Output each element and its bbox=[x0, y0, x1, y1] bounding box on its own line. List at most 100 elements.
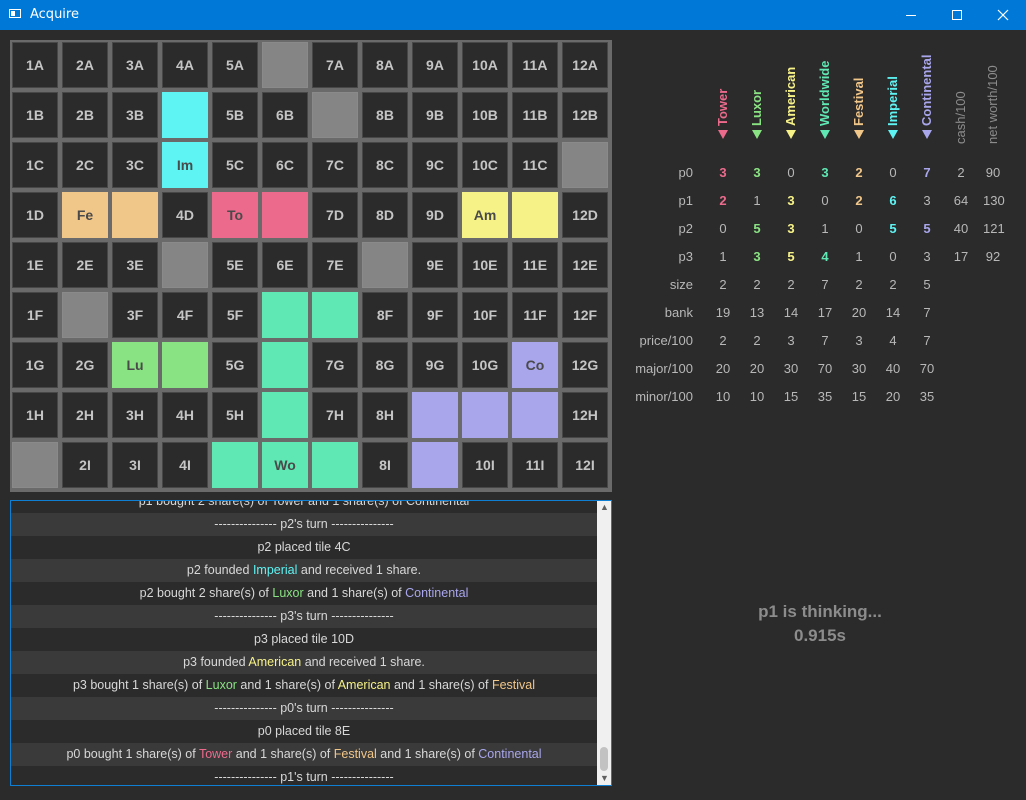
chain-header-worldwide: Worldwide bbox=[817, 60, 832, 126]
board-cell: 1B bbox=[12, 92, 58, 138]
log-text: p3 founded bbox=[183, 655, 249, 669]
board-cell: 7A bbox=[312, 42, 358, 88]
board-cell: 8F bbox=[362, 292, 408, 338]
board-cell-unplayable bbox=[362, 242, 408, 288]
board-cell-unplayable bbox=[262, 42, 308, 88]
board-cell: 3B bbox=[112, 92, 158, 138]
chain-arrow-icon bbox=[854, 130, 864, 139]
log-text: --------------- p0's turn --------------… bbox=[214, 701, 394, 715]
stat-row-label: price/100 bbox=[639, 333, 693, 348]
board-cell: 9E bbox=[412, 242, 458, 288]
board-cell: 3E bbox=[112, 242, 158, 288]
stat-value: 20 bbox=[885, 389, 901, 404]
board-cell: 8D bbox=[362, 192, 408, 238]
board-cell-continental bbox=[462, 392, 508, 438]
stat-value: 35 bbox=[817, 389, 833, 404]
minimize-button[interactable] bbox=[888, 0, 934, 30]
board-cell-worldwide bbox=[262, 292, 308, 338]
stat-value: 4 bbox=[821, 249, 829, 264]
log-chain-name: Continental bbox=[478, 747, 542, 761]
chain-header-tower: Tower bbox=[715, 88, 730, 126]
chain-header-festival: Festival bbox=[851, 77, 866, 126]
board-cell: 1A bbox=[12, 42, 58, 88]
stat-row-label: bank bbox=[664, 305, 693, 320]
stat-value: 7 bbox=[923, 305, 931, 320]
board-cell: 2B bbox=[62, 92, 108, 138]
board-cell-unplayable bbox=[12, 442, 58, 488]
log-scrollbar[interactable]: ▲ ▼ bbox=[597, 501, 611, 785]
log-chain-name: Continental bbox=[405, 586, 469, 600]
board-cell-worldwide bbox=[312, 292, 358, 338]
maximize-icon bbox=[952, 10, 962, 20]
board-cell-imperial bbox=[162, 92, 208, 138]
log-line: p0 bought 1 share(s) of Tower and 1 shar… bbox=[11, 743, 597, 766]
stat-value: 1 bbox=[821, 221, 829, 236]
stat-value: 0 bbox=[719, 221, 727, 236]
board-cell: 10A bbox=[462, 42, 508, 88]
board-cell-american: Am bbox=[462, 192, 508, 238]
board-cell: 4F bbox=[162, 292, 208, 338]
board-cell-worldwide bbox=[212, 442, 258, 488]
log-line: --------------- p2's turn --------------… bbox=[11, 513, 597, 536]
stat-value: 64 bbox=[953, 193, 969, 208]
stat-value: 20 bbox=[851, 305, 867, 320]
stat-value: 3 bbox=[923, 249, 931, 264]
log-text: and 1 share(s) of bbox=[390, 678, 492, 692]
board-cell: 10B bbox=[462, 92, 508, 138]
stat-value: 0 bbox=[787, 165, 795, 180]
board-cell: 2G bbox=[62, 342, 108, 388]
scroll-up-icon[interactable]: ▲ bbox=[600, 503, 609, 512]
cash-header: cash/100 bbox=[953, 91, 968, 144]
stat-value: 5 bbox=[753, 221, 761, 236]
stat-value: 14 bbox=[885, 305, 901, 320]
board-cell: 9B bbox=[412, 92, 458, 138]
board-cell: 12I bbox=[562, 442, 608, 488]
log-text: and received 1 share. bbox=[297, 563, 422, 577]
close-button[interactable] bbox=[980, 0, 1026, 30]
board-cell: 11E bbox=[512, 242, 558, 288]
board-cell-unplayable bbox=[62, 292, 108, 338]
chain-arrow-icon bbox=[718, 130, 728, 139]
stat-value: 7 bbox=[821, 333, 829, 348]
chain-arrow-icon bbox=[820, 130, 830, 139]
board-cell: 10C bbox=[462, 142, 508, 188]
log-chain-name: Luxor bbox=[272, 586, 304, 600]
board-cell: 9D bbox=[412, 192, 458, 238]
board-cell: 9G bbox=[412, 342, 458, 388]
log-text: and 1 share(s) of bbox=[303, 586, 406, 600]
log-line: p2 founded Imperial and received 1 share… bbox=[11, 559, 597, 582]
app-window-icon bbox=[9, 9, 21, 18]
board-cell: 2A bbox=[62, 42, 108, 88]
board-cell-worldwide bbox=[312, 442, 358, 488]
stat-value: 3 bbox=[787, 193, 795, 208]
board-cell: 5G bbox=[212, 342, 258, 388]
stat-value: 5 bbox=[923, 277, 931, 292]
log-line: p2 bought 2 share(s) of Luxor and 1 shar… bbox=[11, 582, 597, 605]
stat-value: 7 bbox=[821, 277, 829, 292]
stat-value: 121 bbox=[983, 221, 1005, 236]
log-text: p3 placed tile 10D bbox=[253, 632, 355, 646]
stat-value: 17 bbox=[817, 305, 833, 320]
log-line: --------------- p0's turn --------------… bbox=[11, 697, 597, 720]
board-cell-tower: To bbox=[212, 192, 258, 238]
log-text: and 1 share(s) of bbox=[232, 747, 334, 761]
stat-value: 2 bbox=[957, 165, 965, 180]
board-cell-continental bbox=[412, 442, 458, 488]
board-cell: 12B bbox=[562, 92, 608, 138]
stat-value: 2 bbox=[719, 333, 727, 348]
chain-arrow-icon bbox=[786, 130, 796, 139]
scroll-thumb[interactable] bbox=[600, 747, 608, 771]
board-cell: 12F bbox=[562, 292, 608, 338]
board-cell-unplayable bbox=[312, 92, 358, 138]
maximize-button[interactable] bbox=[934, 0, 980, 30]
board-cell-unplayable bbox=[162, 242, 208, 288]
net-worth-header: net worth/100 bbox=[985, 65, 1000, 144]
log-text: p3 bought 1 share(s) of bbox=[72, 678, 206, 692]
board-cell: 6B bbox=[262, 92, 308, 138]
scroll-down-icon[interactable]: ▼ bbox=[600, 774, 609, 783]
stat-value: 14 bbox=[783, 305, 799, 320]
board-cell: 1E bbox=[12, 242, 58, 288]
log-chain-name: Luxor bbox=[205, 678, 237, 692]
stat-value: 5 bbox=[889, 221, 897, 236]
board-cell-american bbox=[512, 192, 558, 238]
